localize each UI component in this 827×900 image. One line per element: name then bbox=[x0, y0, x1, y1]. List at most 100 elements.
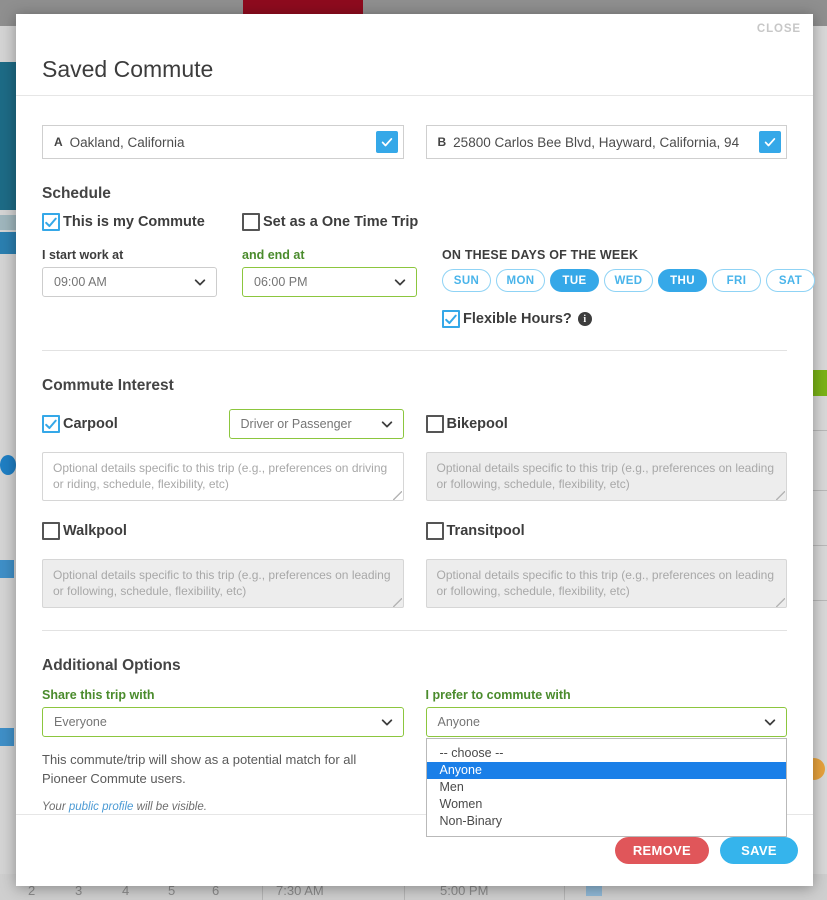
chevron-down-icon bbox=[193, 275, 207, 292]
dropdown-option-women[interactable]: Women bbox=[427, 796, 787, 813]
share-trip-label: Share this trip with bbox=[42, 688, 155, 702]
checkbox-icon[interactable] bbox=[42, 415, 60, 433]
resize-handle-icon[interactable] bbox=[392, 598, 402, 607]
this-is-my-commute-label: This is my Commute bbox=[63, 214, 205, 230]
walkpool-label: Walkpool bbox=[63, 523, 127, 539]
checkbox-icon[interactable] bbox=[425, 522, 444, 540]
public-profile-link[interactable]: public profile bbox=[69, 801, 134, 813]
section-divider bbox=[42, 630, 787, 631]
walkpool-notes-input[interactable]: Optional details specific to this trip (… bbox=[42, 559, 404, 608]
origin-field[interactable]: A Oakland, California bbox=[42, 125, 404, 159]
share-trip-value: Everyone bbox=[54, 715, 107, 729]
saved-commute-dialog: CLOSE Saved Commute A Oakland, Californi… bbox=[16, 14, 815, 886]
this-is-my-commute-checkbox[interactable]: This is my Commute bbox=[42, 213, 242, 231]
dropdown-option-men[interactable]: Men bbox=[427, 779, 787, 796]
resize-handle-icon[interactable] bbox=[776, 598, 785, 607]
close-button[interactable]: CLOSE bbox=[757, 23, 801, 35]
day-pill-thu[interactable]: THU bbox=[658, 269, 707, 292]
prefer-commute-select[interactable]: Anyone bbox=[425, 707, 787, 737]
resize-handle-icon[interactable] bbox=[776, 491, 785, 500]
backdrop-left-badge-two bbox=[0, 728, 14, 746]
flexible-hours-row: Flexible Hours? i bbox=[442, 310, 815, 328]
carpool-role-select[interactable]: Driver or Passenger bbox=[228, 409, 404, 439]
day-pill-fri[interactable]: FRI bbox=[712, 269, 761, 292]
day-pill-sun[interactable]: SUN bbox=[442, 269, 491, 292]
prefer-commute-label: I prefer to commute with bbox=[425, 688, 571, 702]
public-profile-note-post: will be visible. bbox=[133, 801, 207, 813]
backdrop-left-blue-dot bbox=[0, 455, 16, 475]
end-time-select[interactable]: 06:00 PM bbox=[242, 267, 417, 297]
prefer-commute-value: Anyone bbox=[437, 715, 480, 729]
transitpool-label: Transitpool bbox=[446, 523, 525, 539]
dialog-body: A Oakland, California B 25800 Carlos Bee… bbox=[16, 96, 815, 837]
check-icon bbox=[759, 131, 781, 153]
checkbox-icon[interactable] bbox=[425, 415, 444, 433]
chevron-down-icon bbox=[380, 715, 394, 732]
day-pill-tue[interactable]: TUE bbox=[550, 269, 599, 292]
resize-handle-icon[interactable] bbox=[392, 491, 402, 500]
dropdown-option-choose[interactable]: -- choose -- bbox=[427, 745, 787, 762]
carpool-role-value: Driver or Passenger bbox=[240, 417, 352, 431]
public-profile-note-pre: Your bbox=[42, 801, 69, 813]
one-time-trip-label: Set as a One Time Trip bbox=[263, 214, 419, 230]
remove-button[interactable]: REMOVE bbox=[614, 837, 709, 864]
share-trip-select[interactable]: Everyone bbox=[42, 707, 404, 737]
dropdown-option-non-binary[interactable]: Non-Binary bbox=[427, 813, 787, 830]
additional-options-heading: Additional Options bbox=[42, 657, 181, 674]
schedule-fields-row: I start work at 09:00 AM and end at 06:0… bbox=[42, 248, 815, 328]
share-trip-helper-text: This commute/trip will show as a potenti… bbox=[42, 752, 357, 786]
transitpool-notes-input[interactable]: Optional details specific to this trip (… bbox=[425, 559, 787, 608]
save-button[interactable]: SAVE bbox=[720, 837, 798, 864]
info-icon[interactable]: i bbox=[577, 312, 592, 326]
check-icon bbox=[375, 131, 398, 153]
destination-field[interactable]: B 25800 Carlos Bee Blvd, Hayward, Califo… bbox=[425, 125, 787, 159]
checkbox-icon[interactable] bbox=[242, 213, 260, 231]
additional-options-row: Share this trip with Everyone This commu… bbox=[42, 688, 787, 837]
dialog-header: CLOSE Saved Commute bbox=[16, 14, 813, 96]
commute-interest-row-one: Carpool Driver or Passenger Optional det… bbox=[42, 409, 787, 501]
days-of-week-heading: ON THESE DAYS OF THE WEEK bbox=[442, 248, 639, 262]
flexible-hours-label: Flexible Hours? bbox=[463, 311, 572, 327]
walkpool-block: Walkpool Optional details specific to th… bbox=[42, 516, 404, 608]
destination-value: 25800 Carlos Bee Blvd, Hayward, Californ… bbox=[453, 134, 740, 150]
share-trip-block: Share this trip with Everyone This commu… bbox=[42, 688, 404, 813]
section-divider bbox=[42, 350, 787, 351]
end-time-value: 06:00 PM bbox=[254, 275, 308, 289]
carpool-label: Carpool bbox=[63, 416, 118, 432]
bikepool-label: Bikepool bbox=[446, 416, 508, 432]
bikepool-notes-input[interactable]: Optional details specific to this trip (… bbox=[425, 452, 787, 501]
days-of-week-group: SUN MON TUE WED THU FRI SAT bbox=[442, 269, 815, 292]
schedule-heading: Schedule bbox=[42, 185, 111, 202]
carpool-block: Carpool Driver or Passenger Optional det… bbox=[42, 409, 404, 501]
prefer-commute-dropdown-list: -- choose -- Anyone Men Women Non-Binary bbox=[425, 738, 787, 837]
carpool-notes-input[interactable]: Optional details specific to this trip (… bbox=[42, 452, 404, 501]
one-time-trip-checkbox[interactable]: Set as a One Time Trip bbox=[242, 213, 442, 231]
checkbox-icon[interactable] bbox=[42, 213, 60, 231]
transitpool-checkbox[interactable]: Transitpool bbox=[425, 522, 525, 540]
schedule-checkbox-row: This is my Commute Set as a One Time Tri… bbox=[42, 213, 787, 231]
bikepool-checkbox[interactable]: Bikepool bbox=[425, 415, 508, 433]
dropdown-option-anyone[interactable]: Anyone bbox=[426, 762, 786, 779]
day-pill-sat[interactable]: SAT bbox=[766, 269, 815, 292]
chevron-down-icon bbox=[763, 715, 777, 732]
chevron-down-icon bbox=[380, 417, 394, 434]
page-title: Saved Commute bbox=[42, 56, 214, 82]
day-pill-wed[interactable]: WED bbox=[604, 269, 653, 292]
public-profile-note: Your public profile will be visible. bbox=[42, 801, 404, 813]
carpool-checkbox[interactable]: Carpool bbox=[42, 415, 118, 433]
backdrop-left-badge-one bbox=[0, 560, 14, 578]
day-pill-mon[interactable]: MON bbox=[496, 269, 545, 292]
commute-interest-heading: Commute Interest bbox=[42, 377, 174, 394]
locations-row: A Oakland, California B 25800 Carlos Bee… bbox=[42, 96, 787, 159]
checkbox-icon[interactable] bbox=[42, 522, 60, 540]
start-time-value: 09:00 AM bbox=[54, 275, 107, 289]
origin-value: Oakland, California bbox=[69, 134, 185, 150]
checkbox-icon[interactable] bbox=[442, 310, 460, 328]
walkpool-checkbox[interactable]: Walkpool bbox=[42, 522, 127, 540]
start-time-select[interactable]: 09:00 AM bbox=[42, 267, 217, 297]
chevron-down-icon bbox=[393, 275, 407, 292]
origin-marker-label: A bbox=[54, 135, 63, 149]
commute-interest-row-two: Walkpool Optional details specific to th… bbox=[42, 516, 787, 608]
prefer-commute-block: I prefer to commute with Anyone -- choos… bbox=[425, 688, 787, 837]
transitpool-block: Transitpool Optional details specific to… bbox=[425, 516, 787, 608]
